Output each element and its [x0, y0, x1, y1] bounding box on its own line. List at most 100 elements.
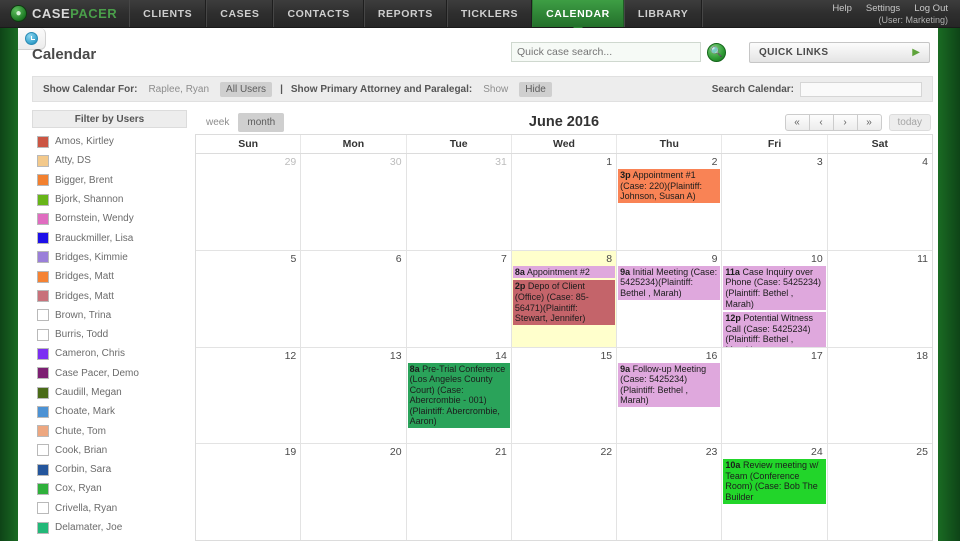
- user-filter-item[interactable]: Bornstein, Wendy: [32, 209, 187, 228]
- calendar-event[interactable]: 8a Appointment #2: [512, 265, 616, 279]
- day-cell[interactable]: 29: [196, 154, 302, 250]
- color-swatch-icon: [37, 367, 49, 380]
- search-calendar-input[interactable]: [800, 81, 922, 97]
- day-cell[interactable]: 10 11a Case Inquiry over Phone (Case: 542…: [722, 250, 828, 347]
- day-events: [512, 362, 616, 363]
- day-cell[interactable]: 6: [301, 250, 407, 347]
- calendar-week-row: 12 13 14 8a Pre-Trial Conference (Los Angel…: [196, 347, 932, 445]
- day-cell[interactable]: 5: [196, 250, 302, 347]
- day-cell[interactable]: 16 9a Follow-up Meeting (Case: 5425234)(P…: [617, 347, 723, 444]
- view-week-button[interactable]: week: [197, 113, 238, 132]
- user-filter-item[interactable]: Choate, Mark: [32, 402, 187, 421]
- user-filter-item[interactable]: Crivella, Ryan: [32, 499, 187, 518]
- next-year-button[interactable]: »: [856, 113, 882, 131]
- user-filter-item[interactable]: Atty, DS: [32, 151, 187, 170]
- day-cell[interactable]: 2 3p Appointment #1 (Case: 220)(Plaintiff…: [617, 154, 723, 250]
- nav-item-library[interactable]: LIBRARY: [623, 0, 703, 27]
- day-cell[interactable]: 9 9a Initial Meeting (Case: 5425234)(Plai…: [617, 250, 723, 347]
- calendar-event[interactable]: 8a Pre-Trial Conference (Los Angeles Cou…: [407, 362, 510, 429]
- user-filter-item[interactable]: Amos, Kirtley: [32, 132, 187, 151]
- nav-item-reports[interactable]: REPORTS: [363, 0, 447, 27]
- nav-item-clients[interactable]: CLIENTS: [129, 0, 207, 27]
- search-calendar-label: Search Calendar:: [711, 83, 794, 95]
- today-button[interactable]: today: [888, 113, 931, 131]
- day-cell[interactable]: 3: [722, 154, 828, 250]
- settings-link[interactable]: Settings: [866, 3, 900, 14]
- user-filter-item[interactable]: Bridges, Matt: [32, 286, 187, 305]
- user-filter-item[interactable]: Bridges, Matt: [32, 267, 187, 286]
- calendar-event[interactable]: 9a Follow-up Meeting (Case: 5425234)(Pla…: [618, 362, 721, 407]
- color-swatch-icon: [37, 212, 49, 225]
- day-cell[interactable]: 4: [828, 154, 932, 250]
- user-filter-item[interactable]: Cox, Ryan: [32, 479, 187, 498]
- day-cell[interactable]: 8 8a Appointment #2 2p Depo of Client (Off…: [511, 250, 618, 347]
- day-events: 9a Initial Meeting (Case: 5425234)(Plain…: [617, 265, 721, 300]
- user-filter-item[interactable]: Bigger, Brent: [32, 171, 187, 190]
- user-filter-item[interactable]: Cook, Brian: [32, 441, 187, 460]
- user-filter-item[interactable]: Case Pacer, Demo: [32, 364, 187, 383]
- user-filter-label: Bridges, Matt: [55, 290, 114, 302]
- user-filter-item[interactable]: Burris, Todd: [32, 325, 187, 344]
- all-users-filter-chip[interactable]: All Users: [220, 81, 273, 97]
- help-link[interactable]: Help: [832, 3, 852, 14]
- nav-item-calendar[interactable]: CALENDAR: [532, 0, 624, 32]
- calendar-event[interactable]: 9a Initial Meeting (Case: 5425234)(Plain…: [618, 265, 721, 300]
- day-number: 16: [705, 349, 718, 362]
- user-filter-item[interactable]: Corbin, Sara: [32, 460, 187, 479]
- next-month-button[interactable]: ›: [832, 113, 858, 131]
- day-cell[interactable]: 22: [512, 444, 618, 540]
- day-cell[interactable]: 31: [407, 154, 512, 250]
- day-cell[interactable]: 11: [828, 251, 932, 347]
- day-number: 17: [811, 349, 823, 362]
- nav-item-cases[interactable]: CASES: [206, 0, 274, 27]
- day-cell[interactable]: 13: [301, 347, 407, 444]
- day-events: 8a Appointment #2 2p Depo of Client (Offi…: [512, 265, 616, 325]
- day-cell[interactable]: 20: [301, 444, 407, 540]
- user-filter-item[interactable]: Delamater, Joe: [32, 518, 187, 537]
- day-cell[interactable]: 21: [407, 444, 512, 540]
- user-filter-chip[interactable]: Raplee, Ryan: [142, 82, 215, 97]
- day-cell[interactable]: 7: [407, 250, 512, 347]
- calendar-event[interactable]: 11a Case Inquiry over Phone (Case: 54252…: [723, 265, 826, 311]
- user-filter-label: Bjork, Shannon: [55, 194, 124, 206]
- user-filter-item[interactable]: Bjork, Shannon: [32, 190, 187, 209]
- day-number: 4: [922, 156, 928, 168]
- day-cell[interactable]: 24 10a Review meeting w/ Team (Conference…: [722, 444, 828, 540]
- top-right-links: Help Settings Log Out (User: Marketing): [832, 0, 960, 27]
- nav-item-contacts[interactable]: CONTACTS: [273, 0, 364, 27]
- view-month-button[interactable]: month: [238, 112, 285, 132]
- prev-month-button[interactable]: ‹: [808, 113, 834, 131]
- user-filter-item[interactable]: Caudill, Megan: [32, 383, 187, 402]
- show-primary-hide-chip[interactable]: Hide: [519, 81, 552, 97]
- day-cell[interactable]: 19: [196, 444, 302, 540]
- day-cell[interactable]: 18: [828, 348, 932, 444]
- nav-item-ticklers[interactable]: TICKLERS: [446, 0, 533, 27]
- calendar-event[interactable]: 2p Depo of Client (Office) (Case: 85-564…: [512, 280, 616, 325]
- day-cell[interactable]: 30: [301, 154, 407, 250]
- user-filter-item[interactable]: Bridges, Kimmie: [32, 248, 187, 267]
- prev-year-button[interactable]: «: [784, 113, 810, 131]
- user-filter-item[interactable]: Brown, Trina: [32, 306, 187, 325]
- day-cell[interactable]: 25: [828, 444, 932, 540]
- calendar-content: Filter by Users Amos, Kirtley Atty, DS Big…: [32, 110, 933, 541]
- show-primary-show-chip[interactable]: Show: [477, 82, 514, 97]
- calendar-event[interactable]: 12p Potential Witness Call (Case: 542523…: [723, 312, 826, 347]
- day-cell[interactable]: 23: [617, 444, 723, 540]
- user-filter-item[interactable]: Brauckmiller, Lisa: [32, 228, 187, 247]
- day-cell[interactable]: 17: [722, 347, 828, 444]
- day-cell[interactable]: 15: [512, 347, 618, 444]
- day-cell[interactable]: 1: [512, 154, 618, 250]
- day-header-fri: Fri: [722, 135, 828, 153]
- user-filter-item[interactable]: Chute, Tom: [32, 421, 187, 440]
- app-logo[interactable]: ● CASEPACER: [0, 0, 129, 27]
- day-cell[interactable]: 14 8a Pre-Trial Conference (Los Angeles C…: [407, 347, 512, 444]
- quick-links-button[interactable]: QUICK LINKS ▶: [749, 42, 930, 63]
- logout-link[interactable]: Log Out: [914, 3, 948, 14]
- magnifier-icon[interactable]: 🔍: [707, 42, 726, 62]
- calendar-event[interactable]: 3p Appointment #1 (Case: 220)(Plaintiff:…: [618, 169, 721, 203]
- day-cell[interactable]: 12: [196, 347, 302, 444]
- user-filter-item[interactable]: Cameron, Chris: [32, 344, 187, 363]
- filter-by-users-header: Filter by Users: [32, 110, 187, 128]
- quick-case-search-input[interactable]: [511, 42, 701, 62]
- calendar-event[interactable]: 10a Review meeting w/ Team (Conference R…: [723, 459, 826, 504]
